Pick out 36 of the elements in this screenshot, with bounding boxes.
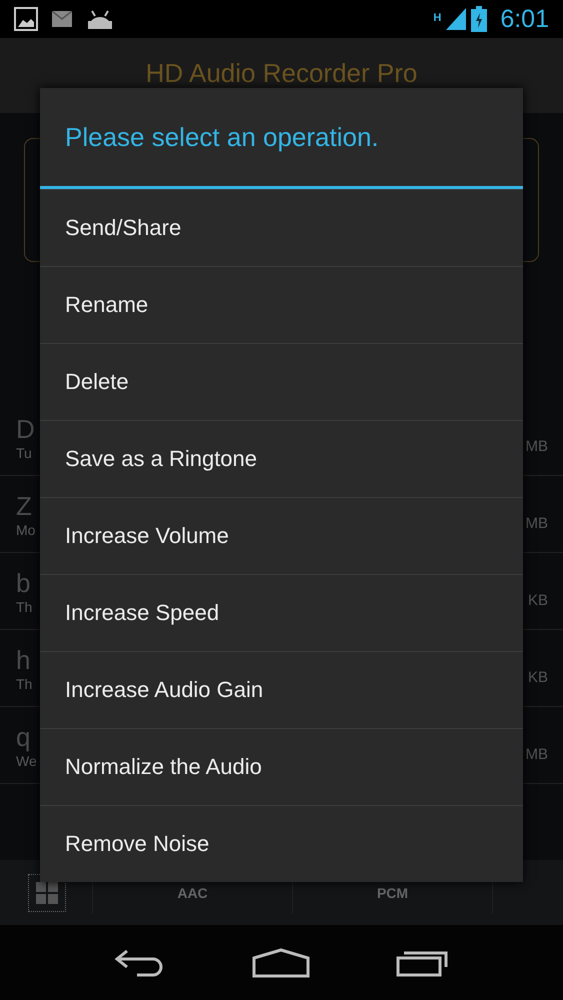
menu-item[interactable]: Increase Volume — [40, 497, 523, 574]
menu-item[interactable]: Increase Audio Gain — [40, 651, 523, 728]
recording-size: MB — [526, 746, 548, 762]
recording-date: Mo — [16, 522, 36, 538]
recording-name: q — [16, 722, 32, 752]
mail-icon — [52, 11, 72, 27]
signal-icon — [446, 8, 466, 30]
android-icon — [86, 9, 114, 29]
picture-icon — [14, 7, 38, 31]
recording-date: Th — [16, 676, 32, 692]
clock-time: 6:01 — [500, 4, 549, 34]
menu-item[interactable]: Delete — [40, 343, 523, 420]
battery-icon — [471, 6, 488, 32]
recording-name: D — [16, 414, 35, 444]
recording-size: KB — [528, 668, 548, 686]
network-type: H — [433, 12, 442, 24]
grid-icon — [36, 882, 58, 904]
menu-item[interactable]: Normalize the Audio — [40, 728, 523, 805]
menu-item[interactable]: Send/Share — [40, 189, 523, 266]
dialog-title: Please select an operation. — [64, 120, 380, 154]
app-title: HD Audio Recorder Pro — [146, 58, 418, 88]
menu-item[interactable]: Rename — [40, 266, 523, 343]
menu-item[interactable]: Remove Noise — [40, 805, 523, 882]
recording-size: KB — [528, 592, 548, 608]
recording-date: Th — [16, 598, 32, 614]
menu-item[interactable]: Save as a Ringtone — [40, 420, 523, 497]
recording-name: h — [16, 644, 32, 676]
recording-date: We — [16, 752, 37, 768]
recording-date: Tu — [16, 444, 33, 460]
recent-apps-icon[interactable] — [396, 948, 450, 976]
recording-size: MB — [526, 438, 548, 454]
recording-name: b — [16, 568, 32, 598]
menu-item[interactable]: Increase Speed — [40, 574, 523, 651]
recording-size: MB — [526, 514, 548, 532]
recording-name: Z — [16, 490, 33, 522]
home-icon[interactable] — [252, 948, 310, 978]
